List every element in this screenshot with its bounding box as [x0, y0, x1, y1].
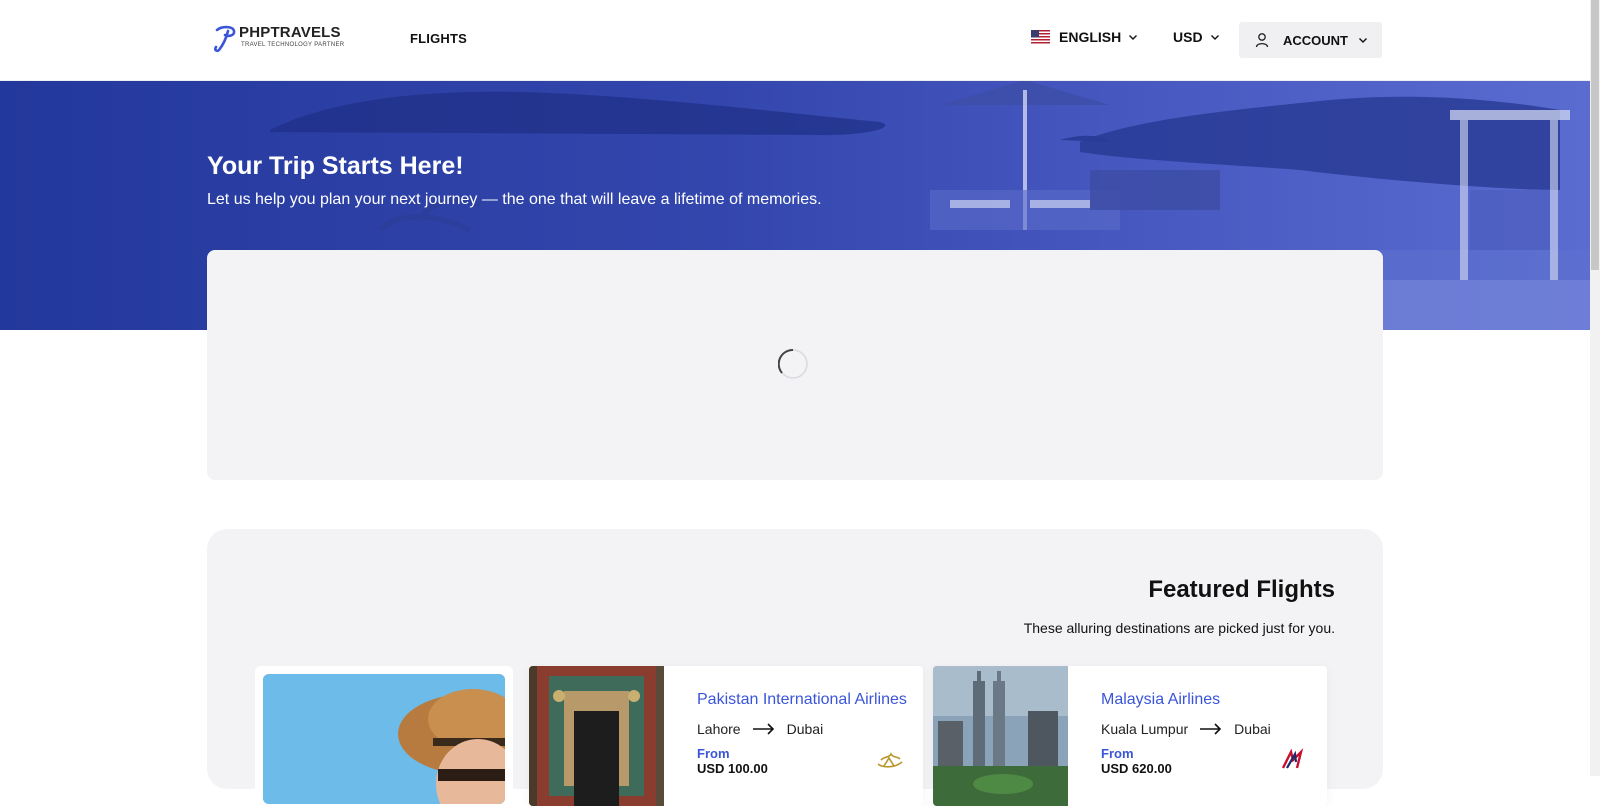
featured-subtitle: These alluring destinations are picked j…: [1023, 620, 1335, 636]
chevron-down-icon: [1359, 38, 1367, 43]
airline-name[interactable]: Pakistan International Airlines: [697, 691, 907, 709]
flight-card[interactable]: Malaysia Airlines Kuala Lumpur Dubai Fro…: [933, 666, 1327, 806]
language-dropdown[interactable]: ENGLISH: [1031, 29, 1138, 45]
arrow-right-icon: [752, 723, 774, 735]
scrollbar-thumb[interactable]: [1591, 0, 1599, 270]
logo-tagline: TRAVEL TECHNOLOGY PARTNER: [241, 42, 345, 48]
flight-price: USD 100.00: [697, 761, 768, 776]
phptravels-logo-icon: [214, 25, 236, 53]
destination-city: Dubai: [786, 721, 824, 737]
price-from-label: From: [1101, 746, 1134, 761]
flight-route: Lahore Dubai: [697, 721, 823, 737]
flight-price: USD 620.00: [1101, 761, 1172, 776]
destination-city: Dubai: [1234, 721, 1271, 737]
currency-label: USD: [1173, 29, 1203, 45]
search-panel: [207, 250, 1383, 480]
user-icon: [1255, 33, 1269, 48]
language-label: ENGLISH: [1059, 29, 1122, 45]
destination-image: [933, 666, 1068, 806]
loading-spinner-icon: [778, 349, 808, 379]
pia-airline-logo-icon: [877, 752, 903, 768]
account-label: ACCOUNT: [1283, 32, 1348, 48]
hero-title: Your Trip Starts Here!: [207, 152, 464, 180]
chevron-down-icon: [1210, 35, 1219, 40]
promo-card[interactable]: [255, 666, 513, 806]
chevron-down-icon: [1129, 35, 1138, 40]
promo-image: [263, 674, 505, 804]
featured-title: Featured Flights: [1148, 576, 1335, 603]
traveler-image: [263, 674, 505, 804]
airline-name[interactable]: Malaysia Airlines: [1101, 691, 1220, 709]
origin-city: Lahore: [697, 721, 741, 737]
currency-dropdown[interactable]: USD: [1173, 29, 1220, 45]
top-navbar: PHPTRAVELS TRAVEL TECHNOLOGY PARTNER FLI…: [0, 0, 1590, 81]
flight-route: Kuala Lumpur Dubai: [1101, 721, 1271, 737]
site-logo[interactable]: PHPTRAVELS TRAVEL TECHNOLOGY PARTNER: [213, 25, 344, 53]
logo-name: PHPTRAVELS: [239, 24, 341, 41]
arrow-right-icon: [1200, 723, 1222, 735]
hero-subtitle: Let us help you plan your next journey —…: [207, 191, 822, 208]
price-from-label: From: [697, 746, 730, 761]
malaysia-airlines-logo-icon: [1281, 748, 1304, 769]
account-dropdown-button[interactable]: ACCOUNT: [1239, 22, 1382, 58]
featured-flights-section: Featured Flights These alluring destinat…: [207, 529, 1383, 806]
flight-card[interactable]: Pakistan International Airlines Lahore D…: [529, 666, 923, 806]
us-flag-icon: [1031, 29, 1050, 45]
destination-image: [529, 666, 664, 806]
origin-city: Kuala Lumpur: [1101, 721, 1189, 737]
nav-flights-link[interactable]: FLIGHTS: [410, 31, 467, 46]
page-scrollbar[interactable]: [1590, 0, 1600, 776]
